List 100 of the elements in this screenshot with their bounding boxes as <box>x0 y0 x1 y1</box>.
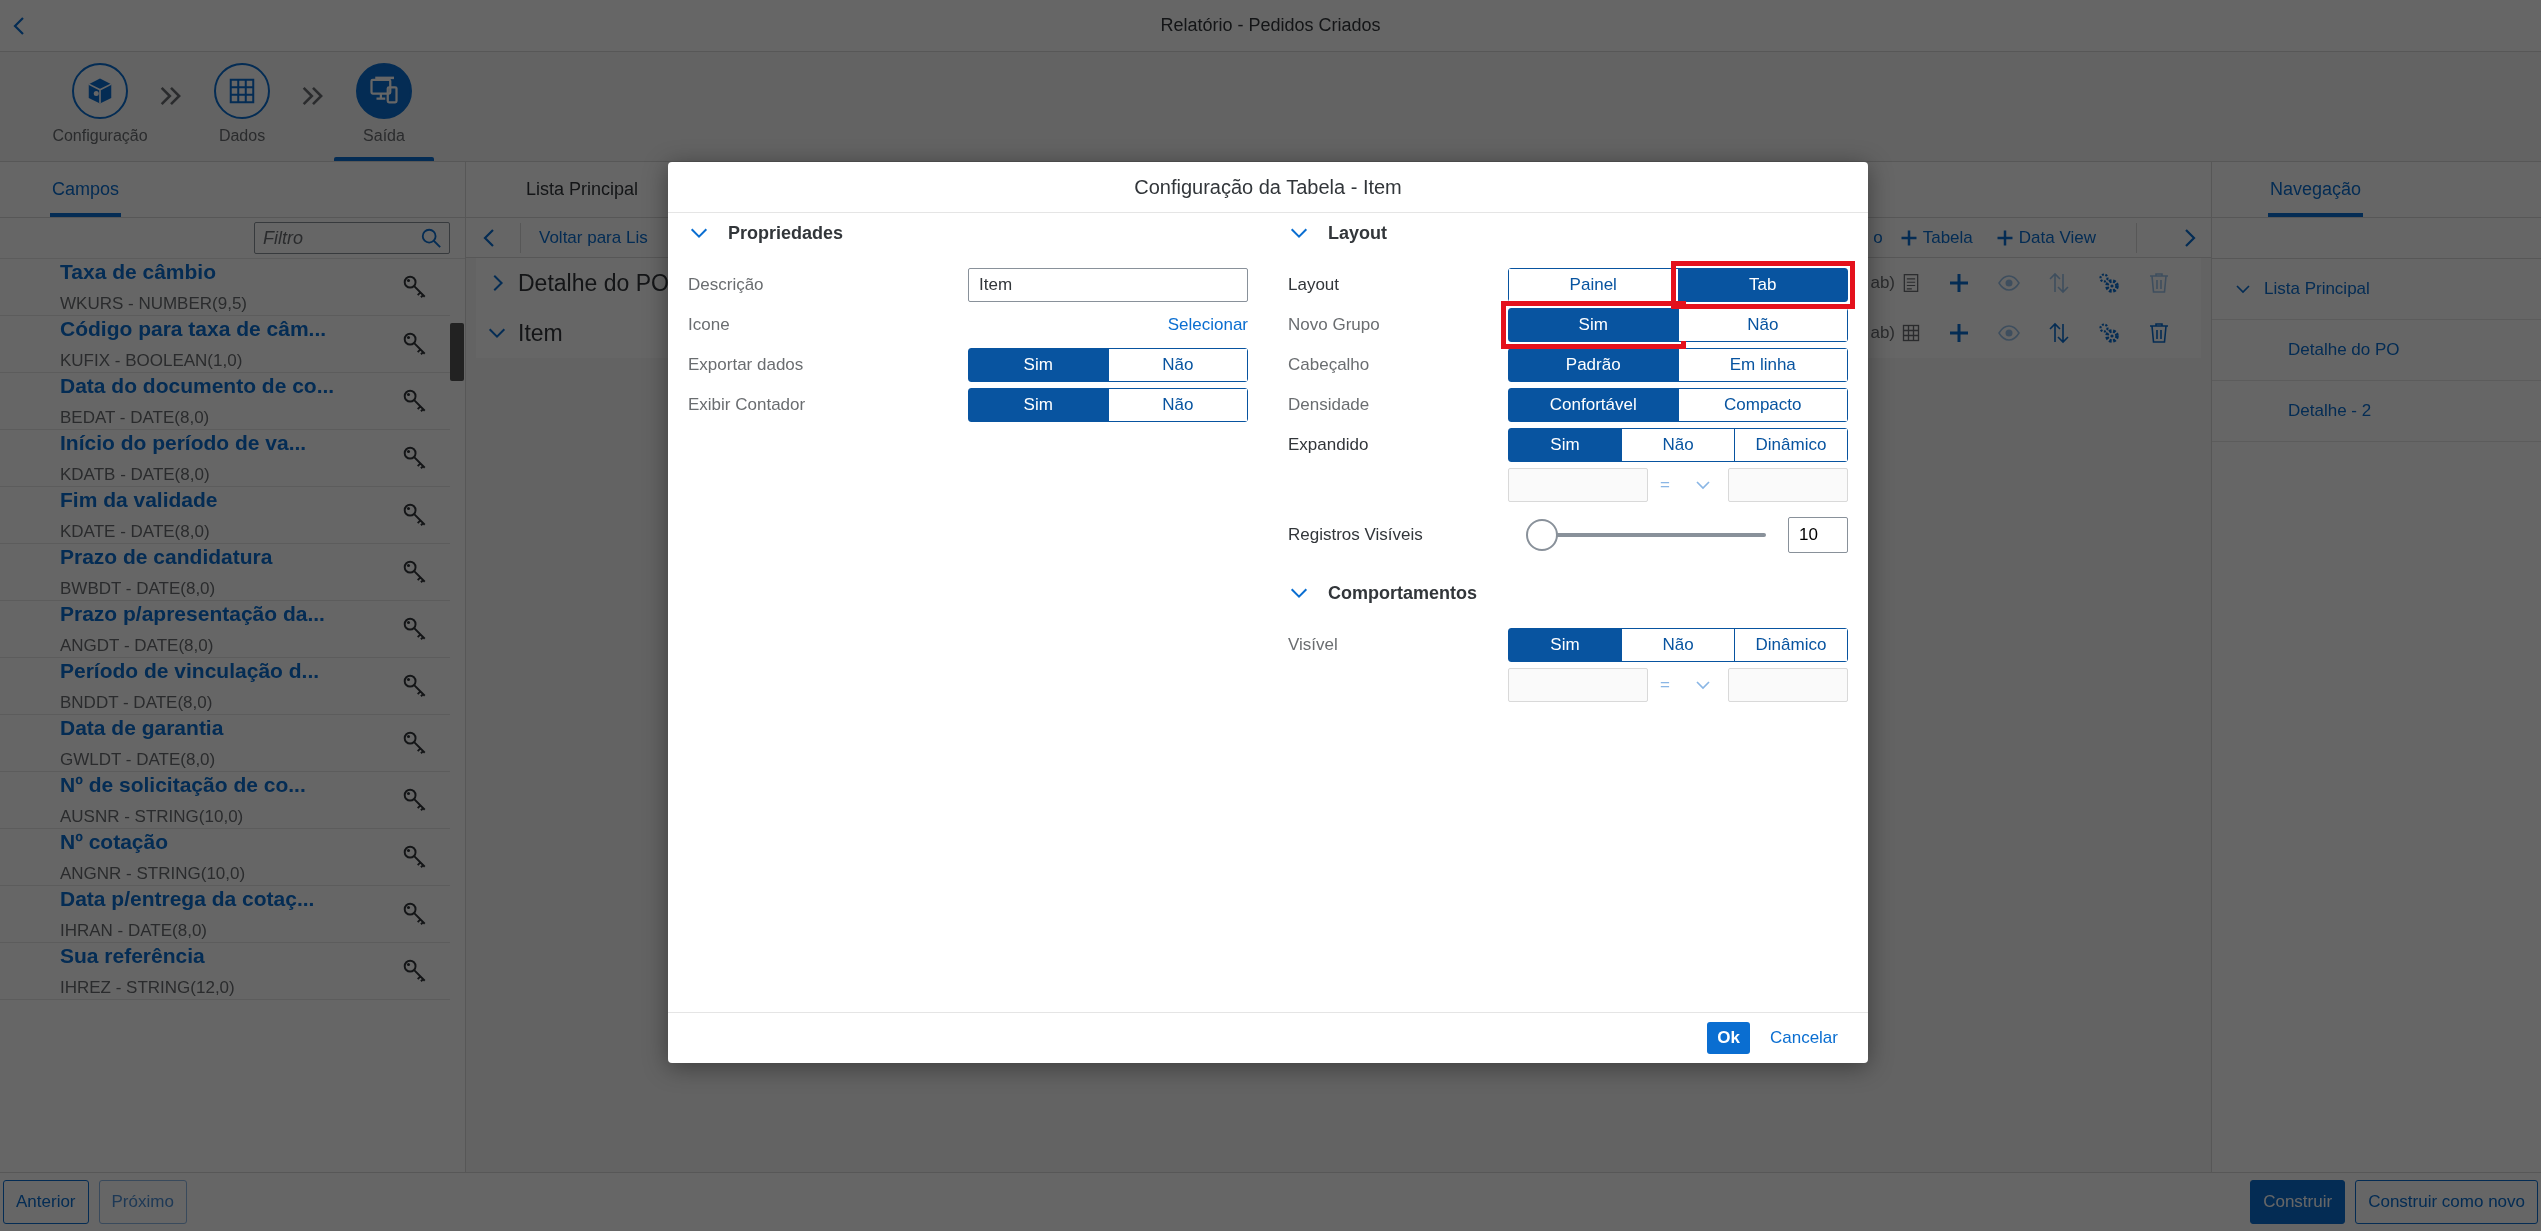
section-title: Detalhe do PO <box>518 269 669 297</box>
grid-icon <box>1901 323 1921 343</box>
sort-icon[interactable] <box>2047 321 2071 345</box>
field-type: BNDDT - DATE(8,0) <box>60 693 214 713</box>
field-type: IHRAN - DATE(8,0) <box>60 921 209 941</box>
key-icon <box>402 274 428 300</box>
wizard-step[interactable] <box>72 63 128 119</box>
settings-icon[interactable] <box>2097 271 2121 295</box>
key-icon <box>402 616 428 642</box>
field-label: Icone <box>688 315 731 335</box>
add-button[interactable]: Data View <box>1994 227 2096 248</box>
segment-option[interactable]: Confortável <box>1509 389 1678 421</box>
add-button[interactable]: Tabela <box>1898 227 1973 248</box>
field-type: KDATE - DATE(8,0) <box>60 522 211 542</box>
field-name[interactable]: Data p/entrega da cotaç... <box>60 887 402 911</box>
step-label: Dados <box>218 127 266 146</box>
field-type: AUSNR - STRING(10,0) <box>60 807 245 827</box>
field-label: Cabeçalho <box>1288 355 1371 375</box>
field-name[interactable]: Período de vinculação d... <box>60 659 402 683</box>
segment-option[interactable]: Padrão <box>1509 349 1678 381</box>
section-type: ab) <box>1870 323 1895 343</box>
field-type: KUFIX - BOOLEAN(1,0) <box>60 351 244 371</box>
text-input[interactable]: Item <box>968 268 1248 302</box>
segment-option[interactable]: Não <box>1678 309 1847 341</box>
wizard-step[interactable] <box>356 63 412 119</box>
segment-option[interactable]: Sim <box>969 349 1108 381</box>
section-type: ab) <box>1870 273 1895 293</box>
segment-option[interactable]: Sim <box>969 389 1108 421</box>
field-label: Expandido <box>1288 435 1370 455</box>
field-name[interactable]: Taxa de câmbio <box>60 260 402 284</box>
field-type: GWLDT - DATE(8,0) <box>60 750 217 770</box>
devices-icon <box>369 76 399 106</box>
section-title: Propriedades <box>728 222 844 244</box>
field-label: Visível <box>1288 635 1339 655</box>
field-type: WKURS - NUMBER(9,5) <box>60 294 248 314</box>
segment-option[interactable]: Sim <box>1509 629 1621 661</box>
key-icon <box>402 559 428 585</box>
field-type: IHREZ - STRING(12,0) <box>60 978 236 998</box>
tab[interactable]: Campos <box>50 162 122 217</box>
dialog-button[interactable]: Ok <box>1707 1022 1750 1054</box>
tree-item[interactable]: Detalhe - 2 <box>2288 401 2372 421</box>
key-icon <box>402 844 428 870</box>
key-icon <box>402 901 428 927</box>
settings-icon[interactable] <box>2097 321 2121 345</box>
field-name[interactable]: Nº cotação <box>60 830 402 854</box>
segment-option[interactable]: Tab <box>1678 269 1847 301</box>
field-name[interactable]: Prazo de candidatura <box>60 545 402 569</box>
field-type: KDATB - DATE(8,0) <box>60 465 211 485</box>
filter-field[interactable]: Filtro <box>254 222 450 254</box>
field-name[interactable]: Data do documento de co... <box>60 374 402 398</box>
key-icon <box>402 730 428 756</box>
delete-icon[interactable] <box>2147 321 2171 345</box>
select-link[interactable]: Selecionar <box>1167 315 1248 335</box>
field-type: ANGDT - DATE(8,0) <box>60 636 215 656</box>
grid-icon <box>227 76 257 106</box>
dialog-title: Configuração da Tabela - Item <box>1134 175 1402 199</box>
key-icon <box>402 502 428 528</box>
footer-button[interactable]: Construir <box>2250 1180 2346 1224</box>
search-icon[interactable] <box>420 227 442 249</box>
field-label: Registros Visíveis <box>1288 525 1424 545</box>
field-label: Densidade <box>1288 395 1371 415</box>
field-name[interactable]: Código para taxa de câm... <box>60 317 402 341</box>
section-title: Comportamentos <box>1328 582 1477 604</box>
dialog-button[interactable]: Cancelar <box>1759 1022 1848 1054</box>
key-icon <box>402 388 428 414</box>
segment-option[interactable]: Sim <box>1509 309 1678 341</box>
field-name[interactable]: Fim da validade <box>60 488 402 512</box>
number-input[interactable]: 10 <box>1788 517 1848 553</box>
section-title: Item <box>518 319 563 347</box>
key-icon <box>402 673 428 699</box>
wizard-step[interactable] <box>214 63 270 119</box>
add-icon[interactable] <box>1947 271 1971 295</box>
field-name[interactable]: Prazo p/apresentação da... <box>60 602 402 626</box>
slider-handle[interactable] <box>1525 519 1558 551</box>
section-title: Layout <box>1328 222 1387 244</box>
field-name[interactable]: Data de garantia <box>60 716 402 740</box>
slider[interactable] <box>1528 519 1766 551</box>
scrollbar-thumb[interactable] <box>450 323 464 381</box>
field-label: Novo Grupo <box>1288 315 1381 335</box>
step-label: Configuração <box>52 127 148 146</box>
footer-button[interactable]: Construir como novo <box>2355 1180 2538 1224</box>
back-link[interactable]: Voltar para Lis <box>539 227 648 248</box>
tab[interactable]: Lista Principal <box>524 162 641 217</box>
tree-item[interactable]: Detalhe do PO <box>2288 340 2400 360</box>
field-name[interactable]: Início do período de va... <box>60 431 402 455</box>
tree-item[interactable]: Lista Principal <box>2264 279 2370 299</box>
tab[interactable]: Navegação <box>2268 162 2364 217</box>
key-icon <box>402 787 428 813</box>
field-name[interactable]: Nº de solicitação de co... <box>60 773 402 797</box>
footer-button[interactable]: Anterior <box>3 1180 89 1224</box>
key-icon <box>402 331 428 357</box>
field-type: ANGNR - STRING(10,0) <box>60 864 247 884</box>
field-type: BWBDT - DATE(8,0) <box>60 579 217 599</box>
field-label: Exibir Contador <box>688 395 807 415</box>
form-icon <box>1901 273 1921 293</box>
field-name[interactable]: Sua referência <box>60 944 402 968</box>
segment-option[interactable]: Sim <box>1509 429 1621 461</box>
add-icon[interactable] <box>1947 321 1971 345</box>
key-icon <box>402 958 428 984</box>
toolbar-link[interactable]: o <box>1873 227 1883 248</box>
